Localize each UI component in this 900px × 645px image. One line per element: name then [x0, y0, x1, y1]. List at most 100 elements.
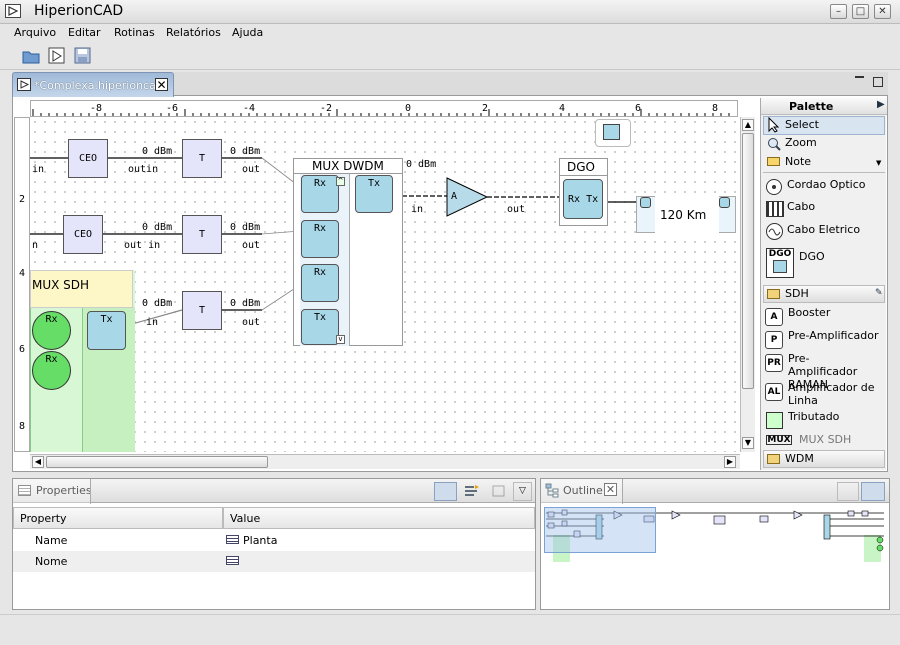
palette-separator: [763, 172, 885, 173]
menu-relatorios[interactable]: Relatórios: [158, 24, 229, 44]
palette-dgo[interactable]: DGO: [799, 250, 825, 263]
scroll-up-icon[interactable]: ^: [336, 177, 345, 186]
window-title: HiperionCAD: [34, 3, 124, 19]
sdh-rx-circle[interactable]: Rx: [32, 351, 71, 390]
zoom-icon: [767, 137, 781, 154]
diagram-canvas[interactable]: CEO T 0 dBm 0 dBm in outin out CEO T 0 d…: [30, 117, 740, 452]
drawer-sdh[interactable]: [763, 285, 885, 303]
dgo-icon-text: DGO: [768, 249, 792, 259]
view-menu-icon[interactable]: ▽: [513, 482, 532, 501]
scroll-down-arrow-icon[interactable]: ▼: [742, 437, 754, 449]
table-row[interactable]: Name Planta: [13, 530, 535, 551]
tributado-icon: [766, 412, 783, 429]
row-property-value[interactable]: Planta: [243, 534, 277, 547]
outline-view: Outline ✕: [540, 478, 890, 610]
palette-title: Palette: [789, 100, 834, 113]
drawer-sdh-label: SDH: [785, 287, 809, 300]
canvas-horizontal-scrollbar[interactable]: ◀ ▶: [30, 454, 740, 469]
sdh-rx-circle[interactable]: Rx: [32, 311, 71, 350]
row-property-name: Nome: [35, 555, 68, 568]
toolbar: [0, 44, 900, 70]
horizontal-scroll-thumb[interactable]: [46, 456, 268, 468]
outline-thumbnail[interactable]: [544, 507, 888, 562]
close-icon[interactable]: ✕: [874, 4, 891, 19]
cursor-icon: [768, 116, 780, 136]
ruler-v-label: 8: [19, 421, 26, 432]
dwdm-rx-port[interactable]: Rx: [301, 175, 339, 213]
run-icon[interactable]: [48, 47, 66, 65]
restore-icon[interactable]: [490, 482, 508, 501]
note-dropdown-icon[interactable]: ▼: [876, 159, 881, 167]
ruler-h-label: 2: [482, 103, 489, 114]
power-label: 0 dBm: [142, 298, 173, 309]
t-block[interactable]: T: [182, 215, 222, 254]
dwdm-tx-out-port[interactable]: Tx: [355, 175, 393, 213]
vertical-scroll-thumb[interactable]: [742, 133, 754, 389]
port-label: out: [507, 204, 526, 215]
mux-sdh-icon: MUX: [766, 435, 792, 445]
canvas-vertical-scrollbar[interactable]: ▲ ▼: [740, 117, 755, 452]
mux-sdh-title: MUX SDH: [32, 278, 90, 292]
folder-icon: [767, 454, 780, 464]
tree-view-icon[interactable]: [434, 482, 457, 501]
scroll-right-arrow-icon[interactable]: ▶: [724, 456, 736, 468]
view-minimize-icon[interactable]: [855, 76, 864, 78]
dgo-port[interactable]: Rx Tx: [563, 179, 603, 219]
tool-note-label[interactable]: Note: [785, 155, 811, 168]
palette-cordao-optico[interactable]: Cordao Optico: [787, 178, 865, 191]
dwdm-rx-port[interactable]: Rx: [301, 220, 339, 258]
menu-editar[interactable]: Editar: [60, 24, 109, 44]
maximize-icon[interactable]: □: [852, 4, 869, 19]
palette-arrow-icon[interactable]: ▶: [877, 99, 885, 110]
port-label: out in: [124, 240, 161, 251]
palette-amplificador-de-linha[interactable]: Amplificador de Linha: [788, 381, 878, 407]
palette-pre-amplificador[interactable]: Pre-Amplificador: [788, 329, 879, 342]
menu-ajuda[interactable]: Ajuda: [224, 24, 271, 44]
menu-rotinas[interactable]: Rotinas: [106, 24, 163, 44]
port-label: out: [242, 164, 261, 175]
sdh-tx-port[interactable]: Tx: [87, 311, 126, 350]
pre-amplifier-icon: P: [765, 331, 783, 349]
outline-overview-icon[interactable]: [861, 482, 885, 501]
ceo-block[interactable]: CEO: [68, 139, 108, 178]
scroll-down-icon[interactable]: v: [336, 335, 345, 344]
property-column-header[interactable]: Property: [13, 507, 223, 529]
dwdm-tx-port[interactable]: Tx: [301, 309, 339, 345]
tab-outline[interactable]: [541, 479, 623, 504]
pin-icon[interactable]: ✎: [875, 288, 883, 298]
mux-dwdm-title: MUX DWDM: [312, 159, 384, 173]
port-label: in: [146, 317, 159, 328]
palette-tributado[interactable]: Tributado: [788, 410, 839, 423]
tool-zoom-label[interactable]: Zoom: [785, 136, 817, 149]
drawer-wdm[interactable]: [763, 450, 885, 468]
power-label: 0 dBm: [406, 159, 437, 170]
filter-icon[interactable]: [463, 482, 481, 501]
tab-close-icon[interactable]: ✕: [155, 78, 168, 91]
scroll-left-arrow-icon[interactable]: ◀: [32, 456, 44, 468]
menu-arquivo[interactable]: Arquivo: [6, 24, 64, 44]
tab-properties[interactable]: [13, 479, 91, 504]
raman-amplifier-icon: PR: [765, 354, 783, 372]
outline-tree-icon[interactable]: [837, 482, 859, 501]
port-label: in: [32, 164, 45, 175]
tool-select[interactable]: [763, 116, 885, 135]
dwdm-rx-port[interactable]: Rx: [301, 264, 339, 302]
save-icon[interactable]: [74, 47, 92, 65]
fiber-port-left[interactable]: [640, 197, 651, 208]
palette-cabo[interactable]: Cabo: [787, 200, 815, 213]
outline-viewport[interactable]: [544, 507, 656, 553]
view-maximize-icon[interactable]: [873, 77, 883, 87]
minimize-icon[interactable]: –: [830, 4, 847, 19]
scroll-up-arrow-icon[interactable]: ▲: [742, 119, 754, 131]
t-block[interactable]: T: [182, 139, 222, 178]
table-row[interactable]: Nome: [13, 551, 535, 572]
open-folder-icon[interactable]: [22, 47, 40, 65]
palette-mux-sdh[interactable]: MUX SDH: [799, 433, 851, 446]
ceo-block[interactable]: CEO: [63, 215, 103, 254]
fiber-port-right[interactable]: [719, 197, 730, 208]
value-column-header[interactable]: Value: [223, 507, 535, 529]
palette-cabo-eletrico[interactable]: Cabo Eletrico: [787, 223, 860, 236]
t-block[interactable]: T: [182, 291, 222, 330]
palette-booster[interactable]: Booster: [788, 306, 830, 319]
dgo-tooltip-icon: [603, 124, 620, 140]
